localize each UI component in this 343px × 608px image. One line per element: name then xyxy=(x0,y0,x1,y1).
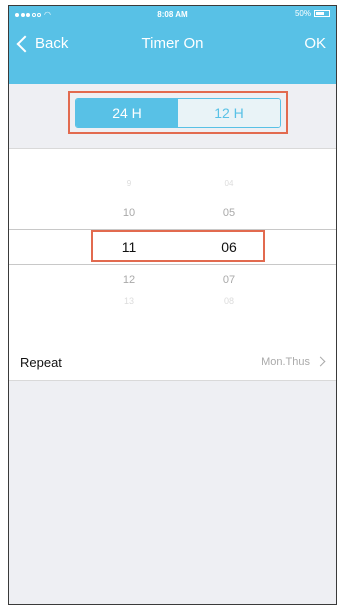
header: ◠ 8:08 AM 50% Back Timer On OK xyxy=(9,6,336,84)
tab-12h[interactable]: 12 H xyxy=(178,99,280,127)
selected-hour[interactable]: 11 xyxy=(99,239,159,255)
minute-item: 07 xyxy=(222,274,236,286)
ok-button[interactable]: OK xyxy=(304,35,326,52)
minute-item: 04 xyxy=(224,179,234,188)
battery-percent: 50% xyxy=(294,9,311,18)
selected-minute[interactable]: 06 xyxy=(199,239,259,255)
picker-row: 10 05 xyxy=(9,207,336,227)
page-title: Timer On xyxy=(141,35,204,52)
nav-bar: Back Timer On OK xyxy=(9,30,336,58)
tab-24h[interactable]: 24 H xyxy=(76,99,178,127)
chevron-right-icon xyxy=(315,356,326,367)
battery-icon xyxy=(314,10,330,17)
time-format-toggle: 24 H 12 H xyxy=(75,98,281,128)
status-time: 8:08 AM xyxy=(157,10,188,19)
hour-item: 9 xyxy=(126,179,132,188)
battery-indicator: 50% xyxy=(295,9,330,18)
repeat-row[interactable]: Repeat Mon.Thus xyxy=(9,344,336,381)
picker-row: 12 07 xyxy=(9,274,336,294)
time-picker[interactable]: 9 04 10 05 11 06 12 07 13 08 xyxy=(9,148,336,345)
status-bar: ◠ 8:08 AM 50% xyxy=(9,6,336,26)
minute-item: 08 xyxy=(223,296,234,306)
minute-item: 05 xyxy=(222,207,236,219)
phone-screen: ◠ 8:08 AM 50% Back Timer On OK 24 H 12 H… xyxy=(8,5,337,605)
hour-item: 10 xyxy=(122,207,136,219)
hour-item: 13 xyxy=(123,296,134,306)
picker-row: 9 04 xyxy=(9,179,336,199)
picker-row: 13 08 xyxy=(9,296,336,316)
repeat-value: Mon.Thus xyxy=(261,356,310,368)
hour-item: 12 xyxy=(122,274,136,286)
picker-row-selected: 11 06 xyxy=(9,239,336,259)
repeat-label: Repeat xyxy=(20,355,62,370)
